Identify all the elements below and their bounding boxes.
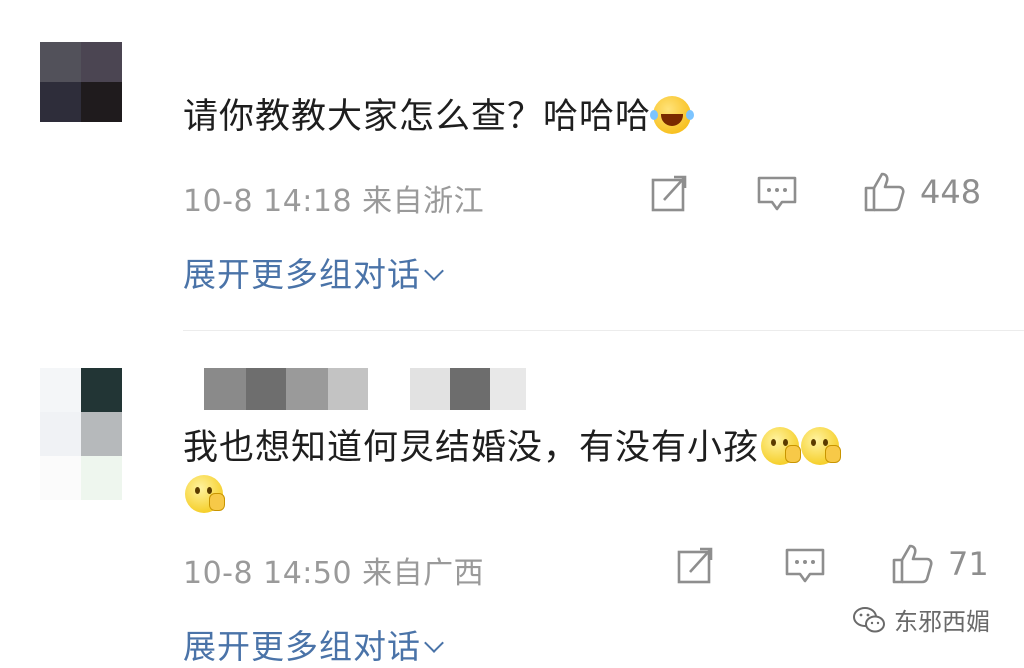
repost-icon <box>677 547 713 584</box>
laugh-emoji <box>650 96 692 134</box>
avatar[interactable] <box>40 368 122 500</box>
chevron-down-icon <box>424 261 444 281</box>
comment-item-1: 请你教教大家怎么查？哈哈哈 10-8 14:18 来自浙江 448 展开更多组对… <box>0 0 1024 331</box>
comment-text-content: 我也想知道何炅结婚没，有没有小孩 <box>183 428 760 468</box>
avatar-cell <box>81 456 122 500</box>
comment-text: 请你教教大家怎么查？哈哈哈 <box>183 94 964 140</box>
avatar-cell <box>40 412 81 456</box>
comment-icon <box>757 176 797 211</box>
wechat-icon <box>853 606 885 632</box>
repost-button[interactable] <box>676 546 716 586</box>
expand-label: 展开更多组对话 <box>183 627 421 666</box>
comment-meta: 10-8 14:18 来自浙江 <box>183 184 485 219</box>
expand-label: 展开更多组对话 <box>183 255 421 294</box>
comment-text-content: 请你教教大家怎么查？哈哈哈 <box>183 97 652 137</box>
avatar-cell <box>81 412 122 456</box>
chevron-down-icon <box>424 633 444 653</box>
thinking-emoji <box>761 427 802 465</box>
avatar-cell <box>40 368 81 412</box>
avatar-cell <box>81 82 122 122</box>
expand-conversation-link[interactable]: 展开更多组对话 <box>183 620 444 668</box>
avatar-cell <box>40 456 81 500</box>
repost-button[interactable] <box>650 174 690 214</box>
avatar-cell <box>81 368 122 412</box>
reply-button[interactable] <box>784 546 826 586</box>
thinking-emoji <box>185 475 225 513</box>
watermark: 东邪西媚 <box>852 602 990 637</box>
comment-icon <box>785 548 825 583</box>
watermark-text: 东邪西媚 <box>894 608 990 636</box>
divider <box>183 330 1024 331</box>
like-count: 448 <box>920 173 982 211</box>
like-count: 71 <box>948 545 989 583</box>
comment-meta: 10-8 14:50 来自广西 <box>183 556 485 591</box>
reply-button[interactable] <box>756 174 798 214</box>
repost-icon <box>651 175 687 212</box>
like-button[interactable]: 448 <box>862 170 981 214</box>
thumbs-up-icon <box>892 544 933 584</box>
avatar-cell <box>40 82 81 122</box>
comment-text: 我也想知道何炅结婚没，有没有小孩 <box>183 424 964 520</box>
like-button[interactable]: 71 <box>890 542 989 586</box>
username-redacted[interactable] <box>204 368 526 410</box>
avatar[interactable] <box>40 42 122 122</box>
avatar-cell <box>40 42 81 82</box>
thumbs-up-icon <box>864 172 905 212</box>
avatar-cell <box>81 42 122 82</box>
expand-conversation-link[interactable]: 展开更多组对话 <box>183 248 444 296</box>
thinking-emoji <box>801 427 842 465</box>
